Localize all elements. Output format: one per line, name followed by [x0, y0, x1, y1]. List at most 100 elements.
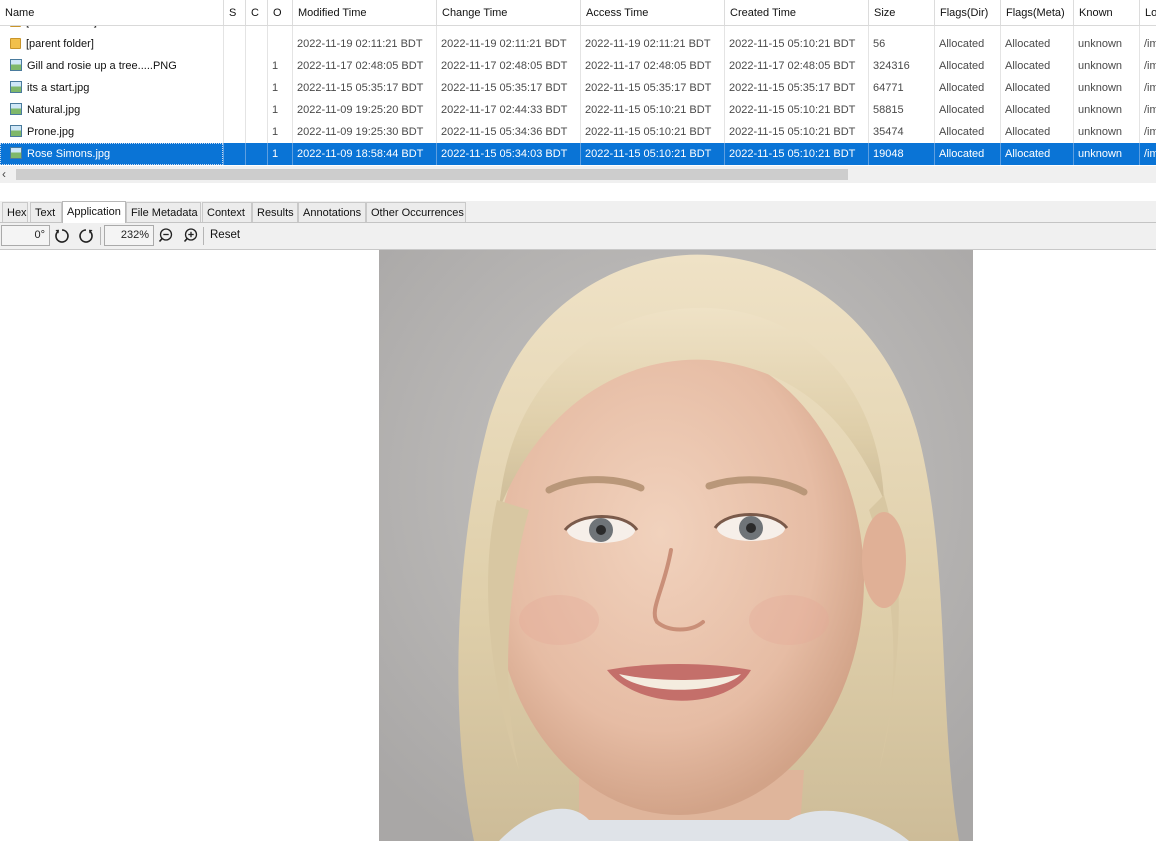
cell-flags-meta: Allocated — [1001, 143, 1074, 165]
file-name: its a start.jpg — [27, 82, 90, 94]
cell-modified: 2022-11-09 19:25:20 BDT — [293, 99, 437, 121]
cell-created: 2022-11-15 05:10:21 BDT — [725, 33, 869, 55]
cell-location: /im — [1140, 121, 1156, 143]
tab-application[interactable]: Application — [62, 201, 126, 223]
column-header-known[interactable]: Known — [1074, 0, 1140, 25]
cell-flags-meta: Allocated — [1001, 99, 1074, 121]
table-row[interactable]: Prone.jpg 1 2022-11-09 19:25:30 BDT 2022-11… — [0, 121, 1156, 143]
file-name: Natural.jpg — [27, 104, 81, 116]
cell-s — [224, 143, 246, 165]
scrollbar-thumb[interactable] — [16, 169, 848, 180]
zoom-out-icon[interactable] — [157, 226, 177, 246]
cell-change: 2022-11-17 02:44:33 BDT — [437, 99, 581, 121]
zoom-field[interactable]: 232% — [104, 225, 154, 246]
cell-c — [246, 121, 268, 143]
cell-flags-meta: Allocated — [1001, 33, 1074, 55]
cell-s — [224, 33, 246, 55]
column-header-c[interactable]: C — [246, 0, 268, 25]
column-header-created[interactable]: Created Time — [725, 0, 869, 25]
cell-s — [224, 99, 246, 121]
folder-icon — [10, 38, 21, 49]
column-header-name[interactable]: Name — [0, 0, 224, 25]
image-toolbar: 0° 232% Reset — [0, 223, 1156, 250]
table-row[interactable]: Natural.jpg 1 2022-11-09 19:25:20 BDT 2022-… — [0, 99, 1156, 121]
tab-context[interactable]: Context — [202, 202, 252, 222]
cell-s — [224, 55, 246, 77]
cell-created: 2022-11-15 05:35:17 BDT — [725, 77, 869, 99]
column-header-flags-meta[interactable]: Flags(Meta) — [1001, 0, 1074, 25]
cell-flags-meta: Allocated — [1001, 55, 1074, 77]
cell-o: 1 — [268, 143, 293, 165]
file-name-cell: Rose Simons.jpg — [0, 143, 224, 165]
cell-known: unknown — [1074, 121, 1140, 143]
cell-o — [268, 33, 293, 55]
cell-size: 324316 — [869, 55, 935, 77]
cell-access: 2022-11-15 05:35:17 BDT — [581, 77, 725, 99]
file-name: Gill and rosie up a tree.....PNG — [27, 60, 177, 72]
file-name: Rose Simons.jpg — [27, 148, 111, 160]
column-header-modified[interactable]: Modified Time — [293, 0, 437, 25]
table-row[interactable]: Gill and rosie up a tree.....PNG 1 2022-11… — [0, 55, 1156, 77]
column-header-s[interactable]: S — [224, 0, 246, 25]
tab-annotations[interactable]: Annotations — [298, 202, 366, 222]
scroll-left-icon[interactable]: ‹ — [2, 166, 6, 183]
cell-access: 2022-11-15 05:10:21 BDT — [581, 121, 725, 143]
file-name-cell: Prone.jpg — [0, 121, 224, 143]
cell-modified: 2022-11-17 02:48:05 BDT — [293, 55, 437, 77]
cell-access: 2022-11-19 02:11:21 BDT — [581, 33, 725, 55]
horizontal-scrollbar[interactable]: ‹ — [0, 166, 1156, 183]
reset-button[interactable]: Reset — [210, 225, 240, 246]
cell-o: 1 — [268, 121, 293, 143]
column-header-location[interactable]: Lo — [1140, 0, 1156, 25]
cell-flags-dir: Allocated — [935, 143, 1001, 165]
cell-access: 2022-11-17 02:48:05 BDT — [581, 55, 725, 77]
table-row[interactable]: Rose Simons.jpg 1 2022-11-09 18:58:44 BDT 2… — [0, 143, 1156, 165]
zoom-in-icon[interactable] — [180, 226, 200, 246]
tab-other-occurrences[interactable]: Other Occurrences — [366, 202, 466, 222]
cell-flags-meta: Allocated — [1001, 77, 1074, 99]
table-row[interactable]: its a start.jpg 1 2022-11-15 05:35:17 BDT 2… — [0, 77, 1156, 99]
cell-location: /im — [1140, 143, 1156, 165]
tab-file-metadata[interactable]: File Metadata — [126, 202, 201, 222]
cell-flags-dir: Allocated — [935, 77, 1001, 99]
cell-change: 2022-11-19 02:11:21 BDT — [437, 33, 581, 55]
cell-size: 58815 — [869, 99, 935, 121]
file-table: Name S C O Modified Time Change Time Access Ti… — [0, 0, 1156, 166]
column-header-o[interactable]: O — [268, 0, 293, 25]
cell-location: /im — [1140, 99, 1156, 121]
table-row[interactable]: [parent folder] 2022-11-19 02:11:21 BDT 20… — [0, 33, 1156, 55]
table-header: Name S C O Modified Time Change Time Access Ti… — [0, 0, 1156, 26]
pane-splitter[interactable] — [0, 183, 1156, 202]
column-header-change[interactable]: Change Time — [437, 0, 581, 25]
tab-results[interactable]: Results — [252, 202, 298, 222]
image-viewer[interactable] — [0, 250, 1156, 841]
rotate-left-icon[interactable] — [52, 226, 72, 246]
cell-access: 2022-11-15 05:10:21 BDT — [581, 99, 725, 121]
content-viewer-tabs: Hex Text Application File Metadata Context Re… — [0, 201, 1156, 223]
file-name: Prone.jpg — [27, 126, 75, 138]
column-header-flags-dir[interactable]: Flags(Dir) — [935, 0, 1001, 25]
cell-known: unknown — [1074, 99, 1140, 121]
cell-known: unknown — [1074, 143, 1140, 165]
column-header-size[interactable]: Size — [869, 0, 935, 25]
cell-modified: 2022-11-19 02:11:21 BDT — [293, 33, 437, 55]
image-file-icon — [10, 147, 22, 159]
tab-text[interactable]: Text — [30, 202, 62, 222]
cell-c — [246, 55, 268, 77]
cell-modified: 2022-11-15 05:35:17 BDT — [293, 77, 437, 99]
rotation-field[interactable]: 0° — [1, 225, 50, 246]
cell-size: 35474 — [869, 121, 935, 143]
tab-hex[interactable]: Hex — [2, 202, 28, 222]
cell-location: /im — [1140, 55, 1156, 77]
cell-flags-dir: Allocated — [935, 121, 1001, 143]
image-file-icon — [10, 59, 22, 71]
rotate-right-icon[interactable] — [76, 226, 96, 246]
cell-o: 1 — [268, 55, 293, 77]
column-header-access[interactable]: Access Time — [581, 0, 725, 25]
image-file-icon — [10, 125, 22, 137]
cell-modified: 2022-11-09 18:58:44 BDT — [293, 143, 437, 165]
cell-change: 2022-11-17 02:48:05 BDT — [437, 55, 581, 77]
toolbar-separator — [203, 227, 204, 245]
cell-size: 64771 — [869, 77, 935, 99]
file-name: [parent folder] — [26, 38, 94, 50]
